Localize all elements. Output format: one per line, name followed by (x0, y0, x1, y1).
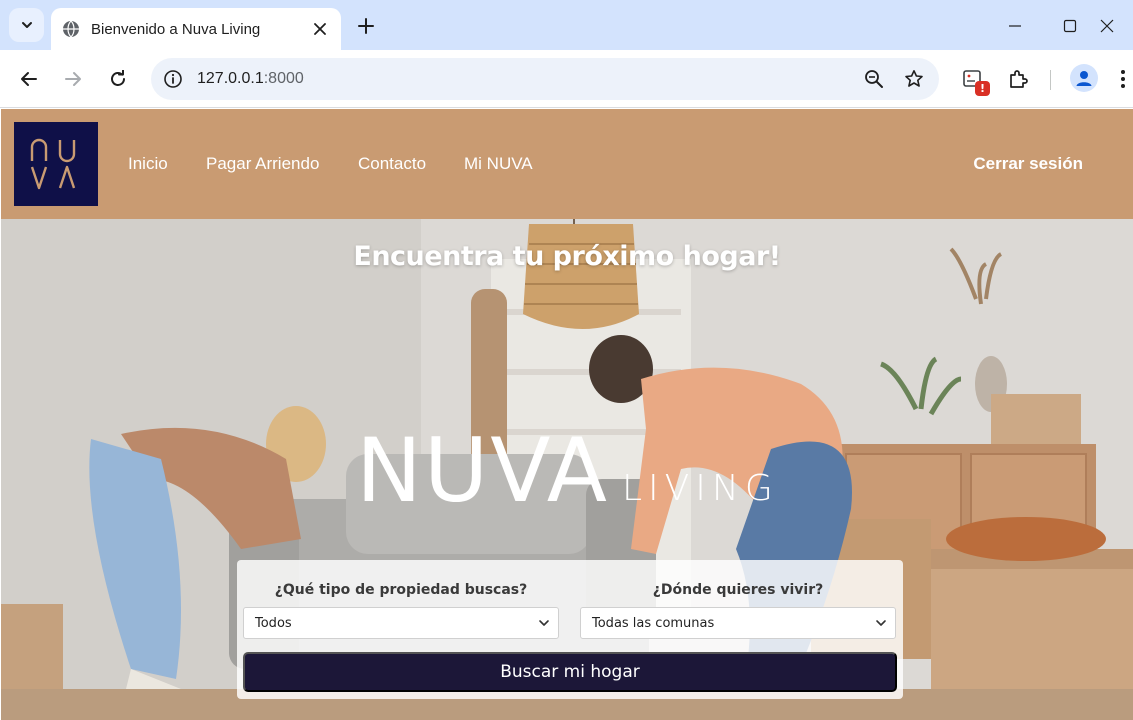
back-button[interactable] (14, 64, 44, 94)
extensions-menu-button[interactable] (1003, 64, 1033, 94)
close-tab-icon[interactable] (309, 18, 331, 40)
property-search-form: ¿Qué tipo de propiedad buscas? ¿Dónde qu… (237, 560, 903, 699)
forward-button[interactable] (58, 64, 88, 94)
property-type-value: Todos (255, 615, 292, 631)
site-header: Inicio Pagar Arriendo Contacto Mi NUVA C… (1, 109, 1133, 219)
close-icon (1100, 19, 1114, 33)
chevron-down-icon (867, 608, 895, 638)
more-vert-icon (1121, 70, 1125, 88)
reload-icon (111, 70, 125, 86)
browser-tabstrip: Bienvenido a Nuva Living (0, 0, 1133, 50)
property-type-label: ¿Qué tipo de propiedad buscas? (274, 582, 528, 598)
zoom-icon[interactable] (859, 64, 889, 94)
reload-button[interactable] (103, 64, 133, 94)
location-select[interactable]: Todas las comunas (580, 607, 896, 639)
arrow-right-icon (65, 72, 81, 86)
close-window-button[interactable] (1100, 6, 1133, 46)
location-label: ¿Dónde quieres vivir? (652, 582, 824, 598)
globe-icon (61, 19, 81, 39)
nav-inicio[interactable]: Inicio (128, 154, 168, 174)
maximize-button[interactable] (1047, 6, 1093, 46)
logout-button[interactable]: Cerrar sesión (973, 154, 1083, 174)
chevron-down-icon (21, 22, 32, 28)
search-submit-button[interactable]: Buscar mi hogar (243, 652, 897, 692)
hero-title: Encuentra tu próximo hogar! (353, 241, 781, 272)
puzzle-icon (1010, 70, 1028, 88)
url-text: 127.0.0.1:8000 (197, 70, 859, 88)
url-port: :8000 (263, 70, 304, 87)
nav-pagar-arriendo[interactable]: Pagar Arriendo (206, 154, 319, 174)
hero-section: Encuentra tu próximo hogar! NUVA LIVING … (1, 219, 1133, 720)
extension-alert-badge: ! (975, 81, 990, 96)
minimize-button[interactable] (992, 6, 1038, 46)
browser-tab-active[interactable]: Bienvenido a Nuva Living (51, 8, 341, 50)
wordmark-main: NUVA (356, 419, 610, 522)
person-icon (1076, 71, 1092, 86)
property-type-select[interactable]: Todos (243, 607, 559, 639)
chevron-down-icon (530, 608, 558, 638)
arrow-left-icon (21, 72, 37, 86)
plus-icon (358, 18, 374, 34)
page-viewport: Inicio Pagar Arriendo Contacto Mi NUVA C… (1, 109, 1133, 720)
bookmark-star-icon[interactable] (899, 64, 929, 94)
nav-contacto[interactable]: Contacto (358, 154, 426, 174)
nav-mi-nuva[interactable]: Mi NUVA (464, 154, 533, 174)
location-value: Todas las comunas (592, 615, 715, 631)
nuva-living-wordmark: NUVA LIVING (356, 419, 786, 522)
url-host: 127.0.0.1 (197, 70, 264, 87)
new-tab-button[interactable] (352, 12, 380, 40)
browser-toolbar: 127.0.0.1:8000 ! (0, 50, 1133, 108)
tab-title: Bienvenido a Nuva Living (91, 20, 261, 38)
wordmark-sub: LIVING (622, 468, 779, 509)
site-logo[interactable] (14, 122, 98, 206)
profile-avatar[interactable] (1070, 64, 1098, 92)
extension-button[interactable]: ! (958, 64, 990, 96)
site-info-icon[interactable] (161, 67, 185, 91)
maximize-icon (1063, 19, 1077, 33)
tab-search-button[interactable] (9, 8, 44, 42)
address-bar[interactable]: 127.0.0.1:8000 (151, 58, 939, 100)
nuva-logo-icon (30, 138, 76, 190)
toolbar-divider (1050, 70, 1051, 90)
browser-menu-button[interactable] (1113, 64, 1133, 94)
minimize-icon (1009, 25, 1021, 27)
